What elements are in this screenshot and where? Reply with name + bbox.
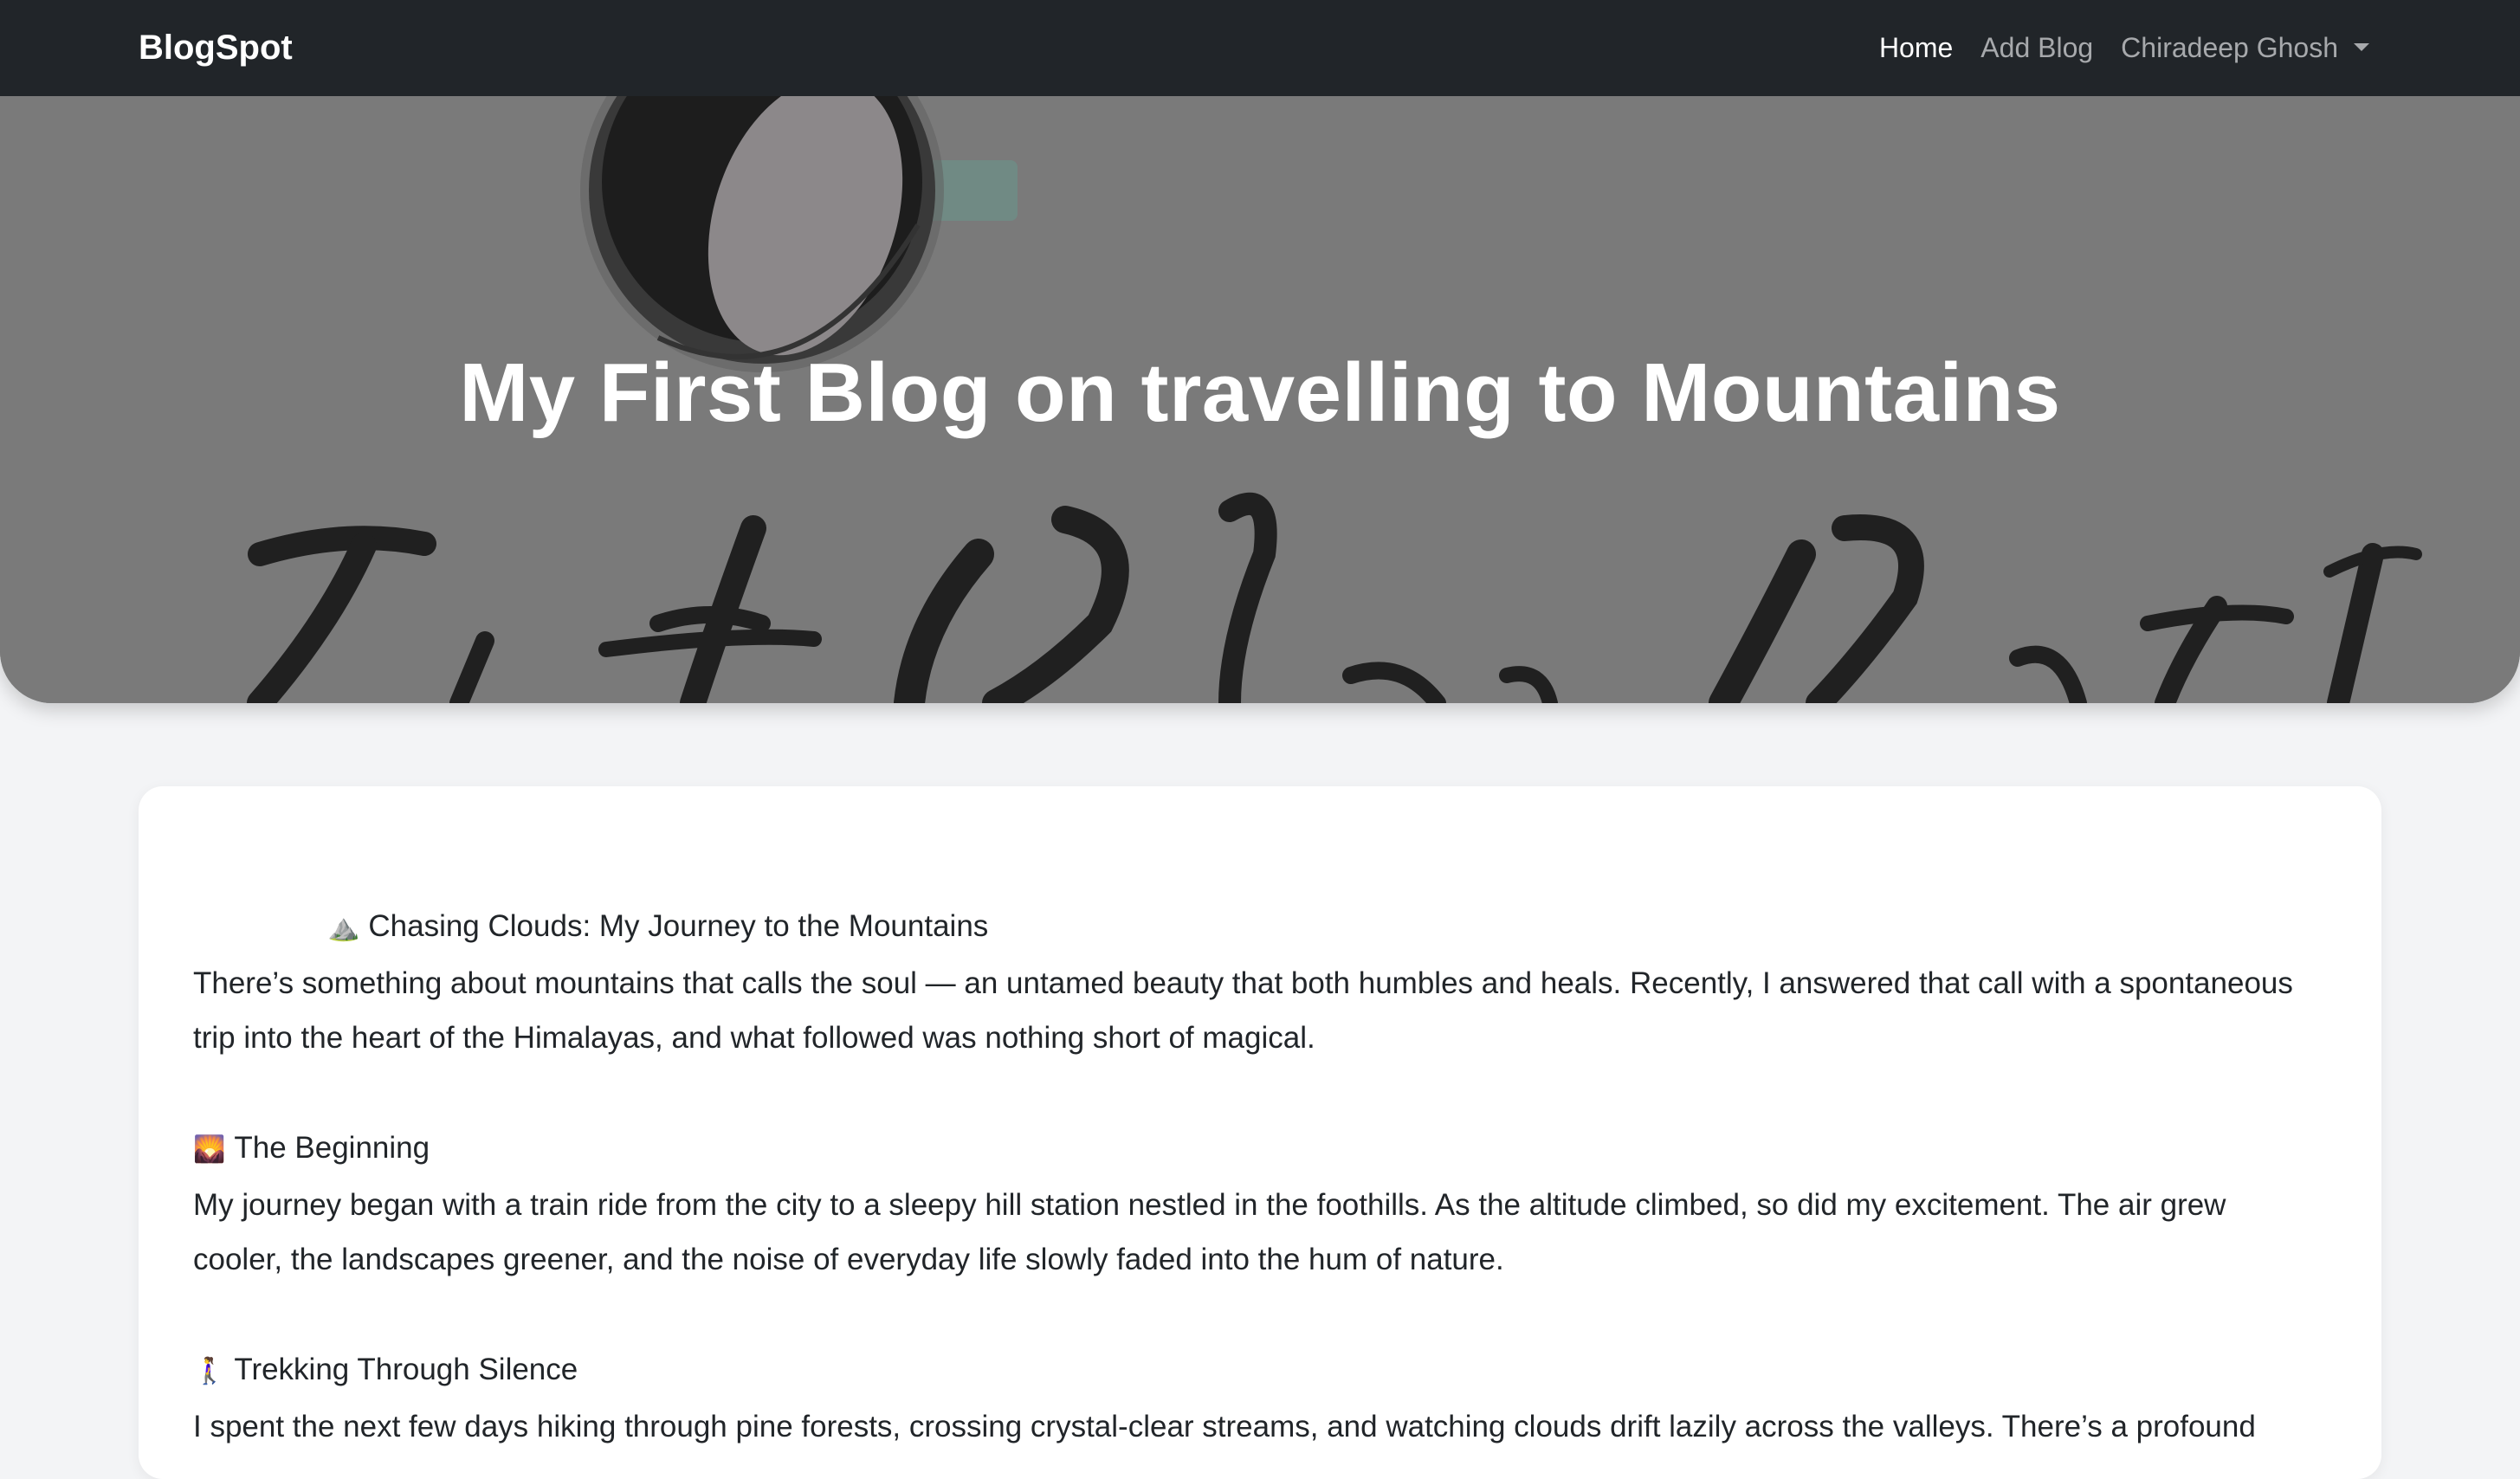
user-name: Chiradeep Ghosh: [2121, 32, 2338, 63]
mountain-icon: ⛰️: [327, 913, 360, 943]
section-heading-text: Trekking Through Silence: [234, 1353, 578, 1386]
section-paragraph-trekking: I spent the next few days hiking through…: [193, 1409, 2256, 1443]
intro-heading-text: Chasing Clouds: My Journey to the Mounta…: [368, 909, 989, 943]
section-heading-beginning: 🌄 The Beginning: [193, 1121, 2323, 1178]
hiker-icon: 🚶‍♀️: [193, 1356, 226, 1386]
top-navbar: BlogSpot Home Add Blog Chiradeep Ghosh: [0, 0, 2520, 96]
section-heading-trekking: 🚶‍♀️ Trekking Through Silence: [193, 1342, 2323, 1399]
nav-links: Home Add Blog Chiradeep Ghosh: [1879, 0, 2369, 96]
section-heading-text: The Beginning: [234, 1131, 430, 1165]
post-title: My First Blog on travelling to Mountains: [459, 346, 2061, 439]
nav-add-blog-link[interactable]: Add Blog: [1980, 32, 2093, 64]
post-content-card: ⛰️ Chasing Clouds: My Journey to the Moun…: [139, 786, 2381, 1479]
nav-home-link[interactable]: Home: [1879, 32, 1953, 64]
post-body: ⛰️ Chasing Clouds: My Journey to the Moun…: [193, 899, 2323, 1454]
intro-paragraph: There’s something about mountains that c…: [193, 966, 2293, 1056]
user-dropdown-toggle[interactable]: Chiradeep Ghosh: [2121, 32, 2369, 64]
intro-heading: ⛰️ Chasing Clouds: My Journey to the Moun…: [193, 899, 2323, 956]
brand-logo[interactable]: BlogSpot: [139, 0, 293, 96]
hero-banner: My First Blog on travelling to Mountains: [0, 0, 2520, 703]
chevron-down-icon: [2354, 43, 2369, 52]
section-paragraph-beginning: My journey began with a train ride from …: [193, 1187, 2226, 1277]
sunrise-icon: 🌄: [193, 1134, 226, 1165]
